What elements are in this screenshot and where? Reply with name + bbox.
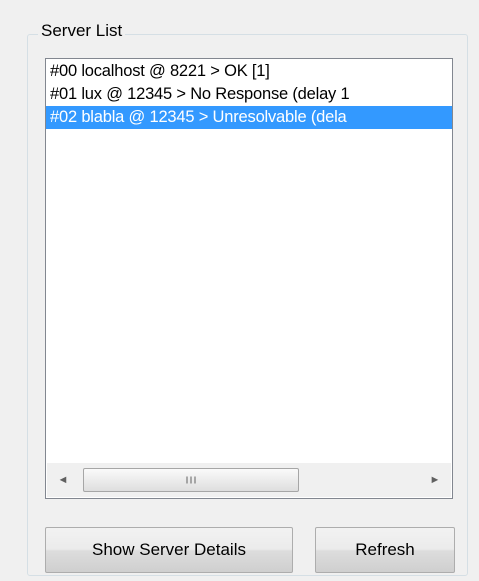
horizontal-scrollbar[interactable]: ◄ ► — [47, 463, 451, 497]
scroll-right-arrow-icon[interactable]: ► — [419, 463, 451, 497]
scroll-left-arrow-icon[interactable]: ◄ — [47, 463, 79, 497]
show-server-details-button[interactable]: Show Server Details — [45, 527, 293, 573]
server-list-items: #00 localhost @ 8221 > OK [1] #01 lux @ … — [46, 60, 452, 129]
server-list-group-title: Server List — [38, 18, 126, 44]
server-list-item-0[interactable]: #00 localhost @ 8221 > OK [1] — [46, 60, 452, 83]
server-list-item-2[interactable]: #02 blabla @ 12345 > Unresolvable (dela — [46, 106, 452, 129]
refresh-button[interactable]: Refresh — [315, 527, 455, 573]
server-listbox[interactable]: #00 localhost @ 8221 > OK [1] #01 lux @ … — [45, 58, 453, 499]
server-list-item-1[interactable]: #01 lux @ 12345 > No Response (delay 1 — [46, 83, 452, 106]
scrollbar-thumb[interactable] — [83, 468, 299, 492]
scrollbar-grip-icon — [186, 476, 196, 484]
